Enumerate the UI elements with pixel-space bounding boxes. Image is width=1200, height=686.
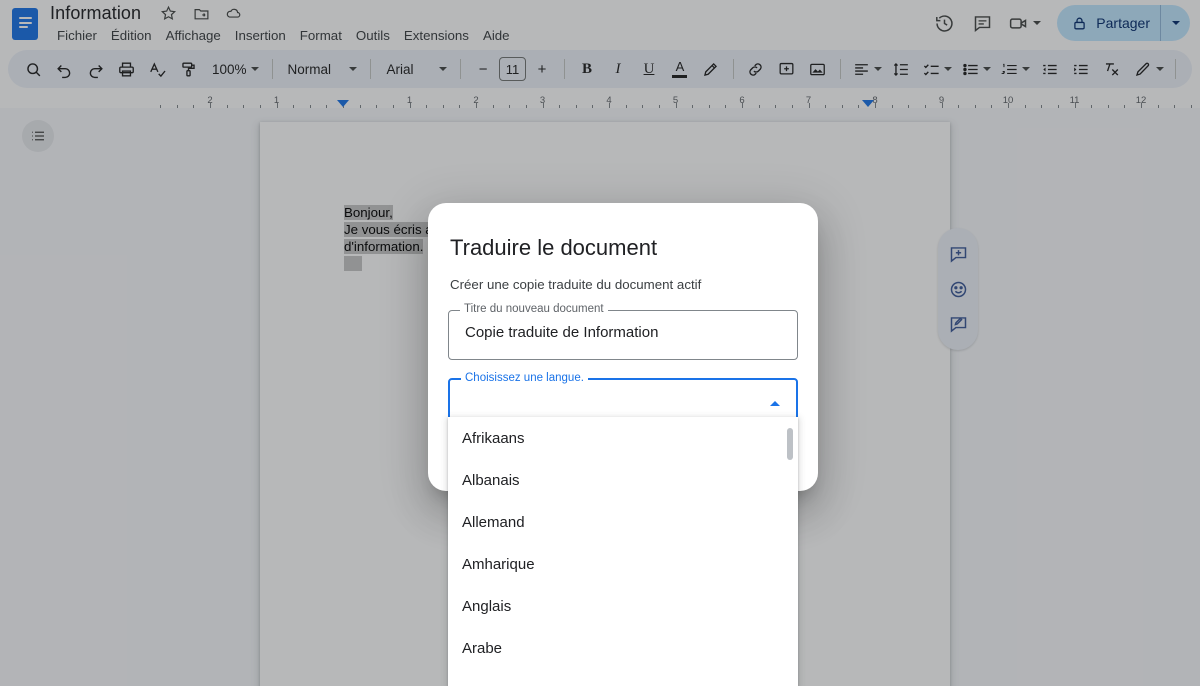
- chevron-up-icon[interactable]: [770, 401, 780, 406]
- language-option[interactable]: Amharique: [448, 543, 798, 585]
- dialog-title: Traduire le document: [450, 235, 658, 260]
- language-option[interactable]: Afrikaans: [448, 417, 798, 459]
- language-option[interactable]: Anglais: [448, 585, 798, 627]
- dialog-subtitle: Créer une copie traduite du document act…: [450, 277, 702, 292]
- new-document-title-value: Copie traduite de Information: [465, 324, 659, 341]
- new-document-title-label: Titre du nouveau document: [460, 303, 608, 315]
- vertical-scrollbar[interactable]: [787, 421, 796, 682]
- app-root: Information Fichier Édition Affichage In…: [0, 0, 1200, 686]
- language-option-container: Afrikaans Albanais Allemand Amharique Anglai…: [448, 417, 798, 669]
- language-option[interactable]: Arabe: [448, 627, 798, 669]
- new-document-title-field[interactable]: Titre du nouveau document Copie traduite…: [448, 303, 798, 360]
- language-select-label: Choisissez une langue.: [461, 372, 588, 384]
- language-dropdown-list[interactable]: Afrikaans Albanais Allemand Amharique Anglai…: [448, 417, 798, 686]
- scrollbar-thumb[interactable]: [787, 428, 793, 460]
- language-option[interactable]: Allemand: [448, 501, 798, 543]
- language-option[interactable]: Albanais: [448, 459, 798, 501]
